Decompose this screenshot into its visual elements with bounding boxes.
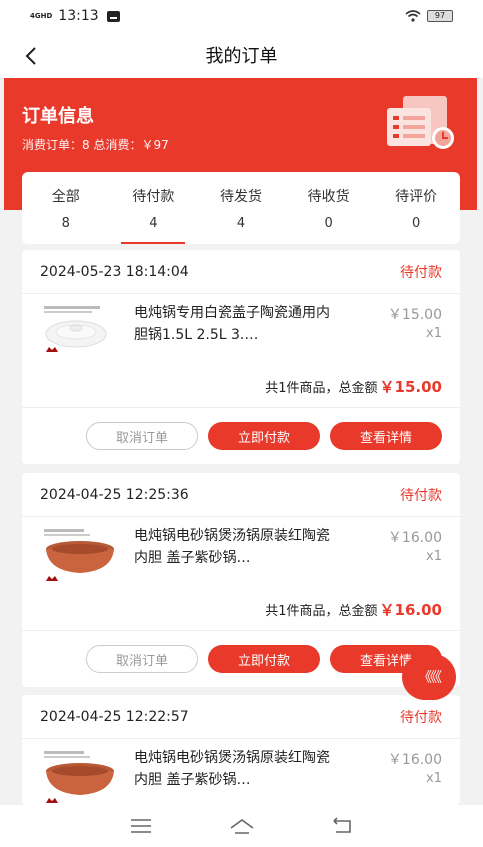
cancel-order-button[interactable]: 取消订单	[86, 645, 198, 673]
tab-label: 待发货	[219, 189, 262, 205]
wifi-icon	[405, 10, 421, 22]
product-price: ￥15.00	[387, 307, 442, 323]
clock: 13:13	[58, 8, 99, 24]
page-title: 我的订单	[205, 46, 278, 67]
white-lid-product-image	[44, 306, 107, 352]
tab-count: 8	[61, 216, 70, 231]
tab-label: 全部	[51, 189, 80, 205]
back-arrow-icon[interactable]	[20, 44, 44, 68]
tab-pending-payment[interactable]: 待付款 4	[110, 172, 198, 244]
order-card[interactable]: 2024-05-23 18:14:04 待付款 电炖锅专用白瓷盖子陶瓷通用内胆锅…	[22, 250, 460, 464]
order-item[interactable]: 电炖锅专用白瓷盖子陶瓷通用内胆锅1.5L 2.5L 3.… ￥15.00 x1	[22, 294, 460, 366]
order-total-row: 共1件商品，总金额 ￥15.00	[22, 366, 460, 408]
product-name: 电炖锅专用白瓷盖子陶瓷通用内胆锅1.5L 2.5L 3.…	[134, 305, 330, 343]
order-item[interactable]: 电炖锅电砂锅煲汤锅原装红陶瓷内胆 盖子紫砂锅… ￥16.00 x1	[22, 517, 460, 589]
clay-pot-product-image	[44, 529, 114, 581]
total-amount: ￥16.00	[379, 601, 442, 619]
order-date: 2024-04-25 12:22:57	[40, 708, 189, 725]
product-quantity: x1	[426, 549, 442, 564]
order-status: 待付款	[400, 264, 442, 281]
app-header: 我的订单	[0, 32, 483, 78]
banner-heading: 订单信息	[22, 106, 94, 127]
tab-count: 4	[236, 216, 246, 231]
order-actions: 取消订单 立即付款 查看详情	[22, 408, 460, 464]
order-item[interactable]: 电炖锅电砂锅煲汤锅原装红陶瓷内胆 盖子紫砂锅… ￥16.00 x1	[22, 739, 460, 805]
home-icon[interactable]	[229, 817, 255, 835]
tab-all[interactable]: 全部 8	[22, 172, 110, 244]
order-summary: 消费订单：8 总消费：￥97	[22, 138, 169, 152]
order-card[interactable]: 2024-04-25 12:25:36 待付款 电炖锅电砂锅煲汤锅原装红陶瓷内胆…	[22, 473, 460, 687]
product-name: 电炖锅电砂锅煲汤锅原装红陶瓷内胆 盖子紫砂锅…	[134, 528, 330, 566]
menu-icon[interactable]	[128, 817, 154, 835]
product-price: ￥16.00	[387, 530, 442, 546]
order-card[interactable]: 2024-04-25 12:22:57 待付款 电炖锅电砂锅煲汤锅原装红陶瓷内胆…	[22, 695, 460, 805]
back-icon[interactable]	[330, 817, 356, 835]
tab-pending-review[interactable]: 待评价 0	[372, 172, 460, 244]
message-icon	[106, 10, 120, 22]
battery-icon: 97	[427, 10, 453, 22]
floating-expand-button[interactable]: 《《《	[402, 654, 456, 700]
pay-now-button[interactable]: 立即付款	[208, 422, 320, 450]
tab-label: 待付款	[132, 189, 175, 205]
order-total-row: 共1件商品，总金额 ￥16.00	[22, 589, 460, 631]
pay-now-button[interactable]: 立即付款	[208, 645, 320, 673]
product-quantity: x1	[426, 771, 442, 786]
order-date: 2024-04-25 12:25:36	[40, 486, 189, 503]
clay-pot-product-image	[44, 751, 114, 803]
total-prefix: 共1件商品，总金额	[265, 604, 378, 619]
order-date: 2024-05-23 18:14:04	[40, 263, 189, 280]
system-nav-bar	[0, 805, 483, 847]
tab-count: 0	[324, 216, 333, 231]
network-indicator: 4GHD	[30, 12, 53, 20]
order-status: 待付款	[400, 487, 442, 504]
total-amount: ￥15.00	[379, 378, 442, 396]
order-status-tabs: 全部 8 待付款 4 待发货 4 待收货 0 待评价 0	[22, 172, 460, 244]
view-details-button[interactable]: 查看详情	[330, 422, 442, 450]
cancel-order-button[interactable]: 取消订单	[86, 422, 198, 450]
product-name: 电炖锅电砂锅煲汤锅原装红陶瓷内胆 盖子紫砂锅…	[134, 750, 330, 788]
total-prefix: 共1件商品，总金额	[265, 381, 378, 396]
tab-count: 4	[149, 216, 158, 231]
tab-label: 待收货	[307, 189, 350, 205]
order-status: 待付款	[400, 709, 442, 726]
tab-count: 0	[412, 216, 421, 231]
order-actions: 取消订单 立即付款 查看详情	[22, 631, 460, 687]
tab-label: 待评价	[395, 189, 438, 205]
product-quantity: x1	[426, 326, 442, 341]
product-price: ￥16.00	[387, 752, 442, 768]
receipt-clock-icon	[387, 96, 454, 149]
tab-pending-receipt[interactable]: 待收货 0	[285, 172, 373, 244]
tab-pending-shipment[interactable]: 待发货 4	[197, 172, 285, 244]
status-bar: 4GHD 13:13 97	[0, 0, 483, 32]
